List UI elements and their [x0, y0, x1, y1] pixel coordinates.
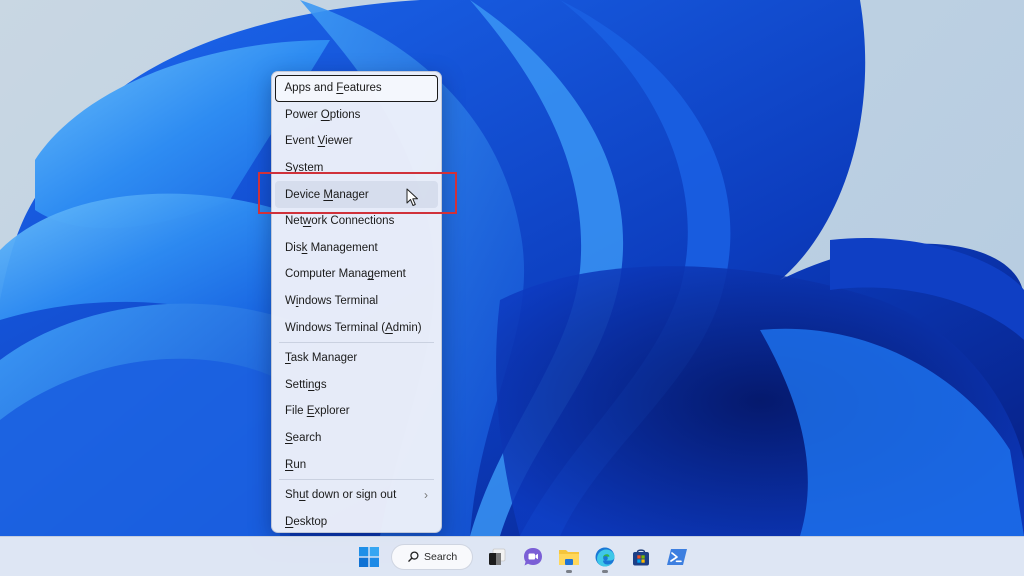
menu-item-settings[interactable]: Settings — [275, 372, 438, 399]
menu-item-shut-down-or-sign-out[interactable]: Shut down or sign out › — [275, 482, 438, 509]
file-explorer-button[interactable] — [551, 539, 587, 575]
label-text: ndows Terminal — [298, 295, 379, 308]
access-key: V — [317, 135, 326, 148]
label-text: Event — [285, 135, 318, 148]
menu-item-apps-and-features[interactable]: Apps and Features — [275, 75, 438, 102]
label-text: W — [285, 295, 296, 308]
menu-item-label: Desktop — [285, 516, 327, 528]
taskbar: Search — [0, 536, 1024, 576]
menu-item-label: Search — [285, 432, 321, 444]
store-icon — [633, 548, 649, 565]
label-text: S — [285, 162, 293, 175]
label-text: iewer — [325, 135, 353, 148]
access-key: S — [285, 432, 293, 445]
menu-item-label: Device Manager — [285, 189, 369, 201]
menu-item-label: Network Connections — [285, 215, 394, 227]
menu-item-task-manager[interactable]: Task Manager — [275, 345, 438, 372]
chevron-right-icon: › — [424, 488, 428, 503]
menu-separator — [279, 478, 434, 480]
menu-item-label: Windows Terminal (Admin) — [285, 322, 422, 334]
windows-start-icon — [359, 546, 379, 567]
mouse-pointer-icon — [406, 188, 418, 206]
file-explorer-icon — [559, 549, 579, 565]
chat-button[interactable] — [515, 539, 551, 575]
access-key: O — [320, 108, 330, 121]
label-text: ask Manager — [290, 352, 358, 365]
menu-item-file-explorer[interactable]: File Explorer — [275, 398, 438, 425]
task-view-button[interactable] — [479, 539, 515, 575]
running-indicator — [602, 569, 608, 573]
label-text: Setti — [285, 378, 309, 391]
label-text: ork Connections — [311, 215, 395, 228]
label-text: esktop — [293, 515, 328, 528]
menu-item-run[interactable]: Run — [275, 451, 438, 478]
menu-item-label: File Explorer — [285, 405, 350, 417]
menu-item-label: Windows Terminal — [285, 295, 378, 307]
label-text: eatures — [343, 82, 382, 95]
menu-item-label: Settings — [285, 379, 327, 391]
menu-item-system[interactable]: System — [275, 155, 438, 182]
start-button[interactable] — [351, 539, 387, 575]
label-text: anager — [332, 188, 369, 201]
store-button[interactable] — [623, 539, 659, 575]
access-key: M — [323, 188, 333, 201]
label-text: Dis — [285, 241, 302, 254]
label-text: ement — [373, 268, 406, 281]
menu-item-label: System — [285, 162, 323, 174]
desktop-wallpaper[interactable] — [0, 0, 1024, 536]
edge-icon — [595, 547, 615, 566]
label-text: gs — [314, 378, 327, 391]
menu-item-computer-management[interactable]: Computer Management — [275, 261, 438, 288]
menu-item-power-options[interactable]: Power Options — [275, 102, 438, 129]
teams-chat-icon — [524, 547, 542, 565]
menu-item-desktop[interactable]: Desktop — [275, 509, 438, 536]
menu-item-label: Disk Management — [285, 242, 378, 254]
label-text: Apps and — [284, 82, 337, 95]
menu-item-label: Task Manager — [285, 352, 357, 364]
bloom-artwork — [0, 0, 1024, 536]
menu-item-event-viewer[interactable]: Event Viewer — [275, 128, 438, 155]
menu-item-network-connections[interactable]: Network Connections — [275, 208, 438, 235]
menu-item-label: Event Viewer — [285, 135, 353, 147]
terminal-button[interactable] — [659, 539, 695, 575]
label-text: Sh — [285, 489, 300, 502]
menu-item-windows-terminal[interactable]: Windows Terminal — [275, 288, 438, 315]
menu-separator — [279, 341, 434, 343]
access-key: A — [385, 321, 393, 334]
terminal-icon — [667, 548, 687, 565]
menu-item-label: Computer Management — [285, 268, 406, 280]
menu-item-label: Shut down or sign out — [285, 489, 396, 501]
edge-button[interactable] — [587, 539, 623, 575]
search-icon — [408, 551, 419, 562]
label-text: Management — [307, 241, 378, 254]
quick-link-menu: Apps and Features Power Options Event View… — [271, 71, 442, 533]
taskbar-search-box[interactable]: Search — [391, 543, 473, 570]
running-indicator — [566, 569, 572, 573]
label-text: stem — [298, 162, 324, 175]
label-text: ptions — [329, 108, 361, 121]
access-key: w — [302, 215, 312, 228]
label-text: un — [293, 458, 307, 471]
label-text: Device — [285, 188, 324, 201]
label-text: Power — [285, 108, 321, 121]
task-view-icon — [489, 548, 506, 565]
label-text: File — [285, 405, 307, 418]
search-label: Search — [424, 550, 458, 563]
label-text: xplorer — [314, 405, 350, 418]
label-text: dmin) — [392, 321, 422, 334]
menu-item-search[interactable]: Search — [275, 425, 438, 452]
label-text: Computer Mana — [285, 268, 368, 281]
menu-item-disk-management[interactable]: Disk Management — [275, 235, 438, 262]
menu-item-label: Run — [285, 459, 306, 471]
label-text: Windows Terminal ( — [285, 321, 386, 334]
menu-item-label: Power Options — [285, 109, 360, 121]
label-text: Net — [285, 215, 303, 228]
menu-item-label: Apps and Features — [285, 82, 382, 94]
menu-item-windows-terminal-admin[interactable]: Windows Terminal (Admin) — [275, 314, 438, 341]
label-text: t down or sign out — [305, 489, 397, 502]
label-text: earch — [292, 432, 322, 445]
